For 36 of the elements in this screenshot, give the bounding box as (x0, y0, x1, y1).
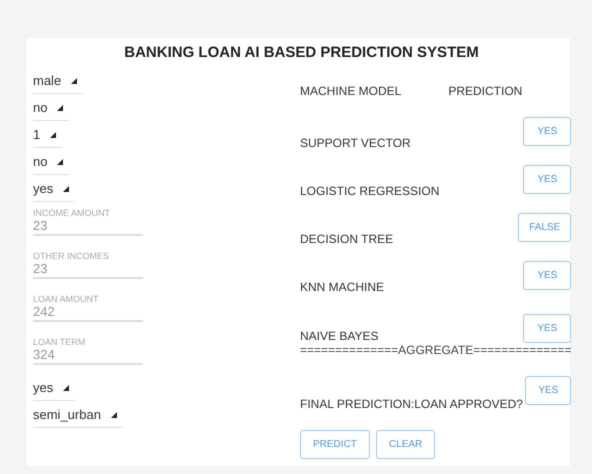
dropdown-caret-icon (71, 78, 78, 84)
prediction-button[interactable]: FALSE (518, 213, 572, 242)
model-name: KNN MACHINE (300, 280, 384, 296)
final-prediction-label: FINAL PREDICTION:LOAN APPROVED? (300, 397, 523, 413)
app-title: BANKING LOAN AI BASED PREDICTION SYSTEM (123, 43, 480, 63)
column-header: PREDICTION (448, 84, 522, 100)
aggregate-divider-text: ==============AGGREGATE============== (300, 343, 572, 357)
dropdown-select[interactable]: yes (33, 175, 76, 202)
prediction-button[interactable]: YES (523, 314, 572, 343)
dropdown-caret-icon (63, 186, 70, 192)
prediction-button[interactable]: YES (523, 165, 572, 194)
model-name: NAIVE BAYES (300, 329, 378, 343)
dropdown-caret-icon (110, 412, 117, 418)
text-field[interactable]: LOAN TERM 324 (33, 331, 143, 365)
dropdown-caret-icon (57, 158, 64, 164)
dropdown-select[interactable]: no (33, 94, 70, 121)
prediction-button[interactable]: YES (523, 117, 572, 146)
dropdown-caret-icon (63, 384, 70, 390)
prediction-button[interactable]: YES (523, 261, 572, 290)
model-name: SUPPORT VECTOR (300, 136, 411, 152)
dropdown-select[interactable]: yes (33, 374, 76, 401)
dropdown-caret-icon (50, 132, 56, 138)
text-field[interactable]: INCOME AMOUNT 23 (33, 202, 143, 236)
dropdown-select[interactable]: no (33, 148, 70, 175)
model-name: LOGISTIC REGRESSION (300, 184, 440, 200)
dropdown-select[interactable]: 1 (33, 121, 62, 148)
dropdown-select[interactable]: semi_urban (33, 401, 123, 428)
dropdown-caret-icon (57, 104, 64, 110)
action-button[interactable]: CLEAR (376, 430, 436, 459)
text-field[interactable]: LOAN AMOUNT 242 (33, 288, 143, 322)
final-prediction-button[interactable]: YES (525, 376, 572, 405)
dropdown-select[interactable]: male (33, 67, 84, 94)
action-button[interactable]: PREDICT (300, 430, 370, 459)
model-name: DECISION TREE (300, 232, 394, 248)
text-field[interactable]: OTHER INCOMES 23 (33, 245, 143, 279)
column-header: MACHINE MODEL (300, 84, 402, 100)
